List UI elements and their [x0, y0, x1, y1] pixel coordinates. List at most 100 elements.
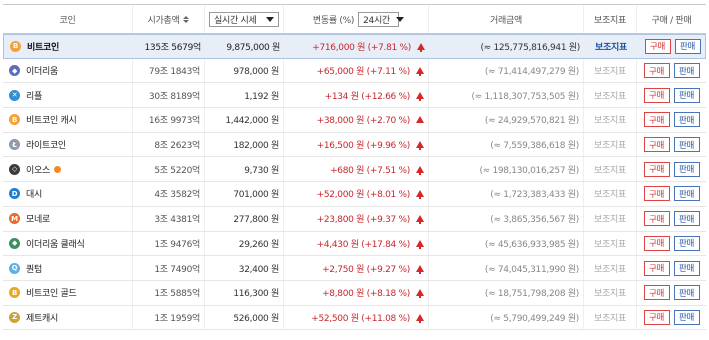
- trade-buttons: 구매 판매: [637, 232, 706, 256]
- triangle-up-icon: [416, 116, 424, 124]
- coin-name-cell[interactable]: Ł 라이트코인: [3, 132, 133, 157]
- table-row[interactable]: B 비트코인 캐시 16조 9973억 1,442,000 원 +38,000 …: [3, 108, 706, 133]
- buy-button[interactable]: 구매: [643, 309, 670, 325]
- table-row[interactable]: ◆ 이더리움 클래식 1조 9476억 29,260 원 +4,430 원 (+…: [3, 231, 706, 257]
- coin-name-cell[interactable]: ◆ 이더리움: [3, 58, 133, 83]
- sub-indicator-link[interactable]: 보조지표: [584, 206, 637, 231]
- sub-indicator-link[interactable]: 보조지표: [584, 182, 637, 206]
- sell-button[interactable]: 판매: [674, 38, 701, 54]
- sub-indicator-link[interactable]: 보조지표: [584, 83, 637, 108]
- coin-name-cell[interactable]: Q 퀀텀: [3, 256, 133, 280]
- trade-buttons: 구매 판매: [637, 133, 706, 157]
- price: 701,000 원: [205, 182, 284, 206]
- volume: (≈ 18,751,798,208 원): [429, 280, 584, 305]
- coin-name: 이더리움: [26, 67, 58, 78]
- sell-button[interactable]: 판매: [673, 260, 700, 276]
- buy-button[interactable]: 구매: [643, 112, 670, 128]
- sub-indicator-link[interactable]: 보조지표: [584, 305, 637, 330]
- sub-indicator-link[interactable]: 보조지표: [584, 132, 637, 157]
- header-volume: 거래금액: [429, 5, 584, 33]
- sell-button[interactable]: 판매: [673, 211, 700, 227]
- coin-name: 이더리움 클래식: [26, 239, 85, 250]
- volume: (≈ 74,045,311,990 원): [429, 256, 584, 280]
- trade-buttons: 구매 판매: [637, 108, 706, 132]
- header-market-cap[interactable]: 시가총액: [133, 5, 205, 33]
- volume: (≈ 24,929,570,821 원): [429, 108, 584, 132]
- sell-button[interactable]: 판매: [673, 87, 700, 103]
- buy-button[interactable]: 구매: [643, 63, 670, 79]
- sub-indicator-link[interactable]: 보조지표: [584, 280, 637, 305]
- coin-logo-icon: B: [9, 287, 20, 299]
- sub-indicator-link[interactable]: 보조지표: [584, 108, 637, 132]
- sell-button[interactable]: 판매: [673, 161, 700, 177]
- market-cap: 3조 4381억: [133, 206, 205, 231]
- price: 1,192 원: [205, 83, 284, 108]
- coin-name-cell[interactable]: ✕ 리플: [3, 83, 133, 108]
- change-cell: +52,500 원 (+11.08 %): [284, 305, 429, 330]
- coin-name: 라이트코인: [26, 141, 66, 152]
- arrow-up-icon: [416, 264, 424, 274]
- sub-indicator-link[interactable]: 보조지표: [585, 35, 638, 58]
- change-cell: +16,500 원 (+9.96 %): [284, 132, 429, 157]
- coin-logo-icon: ✕: [9, 89, 20, 101]
- table-row[interactable]: D 대시 4조 3582억 701,000 원 +52,000 원 (+8.01…: [3, 182, 706, 207]
- sub-indicator-link[interactable]: 보조지표: [584, 58, 637, 83]
- coin-name: 퀀텀: [26, 264, 42, 275]
- sell-button[interactable]: 판매: [673, 285, 700, 301]
- change-value: +680 원 (+7.51 %): [330, 165, 410, 176]
- sub-indicator-link[interactable]: 보조지표: [584, 157, 637, 182]
- table-row[interactable]: B 비트코인 골드 1조 5885억 116,300 원 +8,800 원 (+…: [3, 280, 706, 306]
- price-type-select[interactable]: 실시간 시세: [209, 11, 279, 27]
- buy-button[interactable]: 구매: [643, 161, 670, 177]
- change-value: +134 원 (+12.66 %): [324, 91, 411, 102]
- buy-button[interactable]: 구매: [643, 186, 670, 202]
- buy-button[interactable]: 구매: [643, 87, 670, 103]
- period-select[interactable]: 24시간: [358, 11, 404, 27]
- trade-buttons: 구매 판매: [637, 256, 706, 280]
- table-row[interactable]: ◆ 이더리움 79조 1843억 978,000 원 +65,000 원 (+7…: [3, 58, 706, 84]
- change-value: +16,500 원 (+9.96 %): [316, 141, 411, 152]
- arrow-up-icon: [416, 67, 424, 77]
- coin-name-cell[interactable]: B 비트코인 골드: [3, 280, 133, 305]
- table-row[interactable]: Z 제트캐시 1조 1959억 526,000 원 +52,500 원 (+11…: [3, 305, 706, 331]
- coin-name-cell[interactable]: ◇ 이오스: [3, 157, 133, 182]
- sell-button[interactable]: 판매: [673, 112, 700, 128]
- coin-name-cell[interactable]: D 대시: [3, 182, 133, 206]
- coin-name: 모네로: [26, 215, 50, 226]
- arrow-up-icon: [416, 215, 424, 225]
- change-cell: +716,000 원 (+7.81 %): [285, 35, 430, 58]
- sell-button[interactable]: 판매: [673, 309, 700, 325]
- change-cell: +38,000 원 (+2.70 %): [284, 108, 429, 132]
- sub-indicator-link[interactable]: 보조지표: [584, 231, 637, 256]
- trade-buttons: 구매 판매: [637, 157, 706, 181]
- buy-button[interactable]: 구매: [643, 285, 670, 301]
- coin-name-cell[interactable]: Z 제트캐시: [3, 305, 133, 330]
- buy-button[interactable]: 구매: [643, 235, 670, 251]
- trade-buttons: 구매 판매: [637, 83, 706, 107]
- change-cell: +2,750 원 (+9.27 %): [284, 256, 429, 280]
- sell-button[interactable]: 판매: [673, 235, 700, 251]
- sort-icon[interactable]: [183, 15, 190, 23]
- table-row[interactable]: ✕ 리플 30조 8189억 1,192 원 +134 원 (+12.66 %)…: [3, 83, 706, 109]
- table-row[interactable]: Q 퀀텀 1조 7490억 32,400 원 +2,750 원 (+9.27 %…: [3, 256, 706, 281]
- coin-name-cell[interactable]: B 비트코인: [4, 35, 134, 58]
- coin-name-cell[interactable]: M 모네로: [3, 206, 133, 231]
- sell-button[interactable]: 판매: [673, 63, 700, 79]
- coin-name: 대시: [26, 190, 42, 201]
- change-value: +52,500 원 (+11.08 %): [311, 313, 410, 324]
- change-value: +23,800 원 (+9.37 %): [316, 215, 411, 226]
- sell-button[interactable]: 판매: [673, 186, 700, 202]
- sub-indicator-link[interactable]: 보조지표: [584, 256, 637, 280]
- coin-name-cell[interactable]: ◆ 이더리움 클래식: [3, 231, 133, 256]
- buy-button[interactable]: 구매: [643, 211, 670, 227]
- buy-button[interactable]: 구매: [643, 260, 670, 276]
- coin-name-cell[interactable]: B 비트코인 캐시: [3, 108, 133, 132]
- table-row[interactable]: M 모네로 3조 4381억 277,800 원 +23,800 원 (+9.3…: [3, 206, 706, 232]
- table-row[interactable]: ◇ 이오스 5조 5220억 9,730 원 +680 원 (+7.51 %) …: [3, 157, 706, 183]
- sell-button[interactable]: 판매: [673, 137, 700, 153]
- header-sub-indicator: 보조지표: [584, 5, 637, 33]
- table-row[interactable]: B 비트코인 135조 5679억 9,875,000 원 +716,000 원…: [3, 34, 706, 59]
- buy-button[interactable]: 구매: [643, 137, 670, 153]
- table-row[interactable]: Ł 라이트코인 8조 2623억 182,000 원 +16,500 원 (+9…: [3, 132, 706, 158]
- buy-button[interactable]: 구매: [644, 38, 671, 54]
